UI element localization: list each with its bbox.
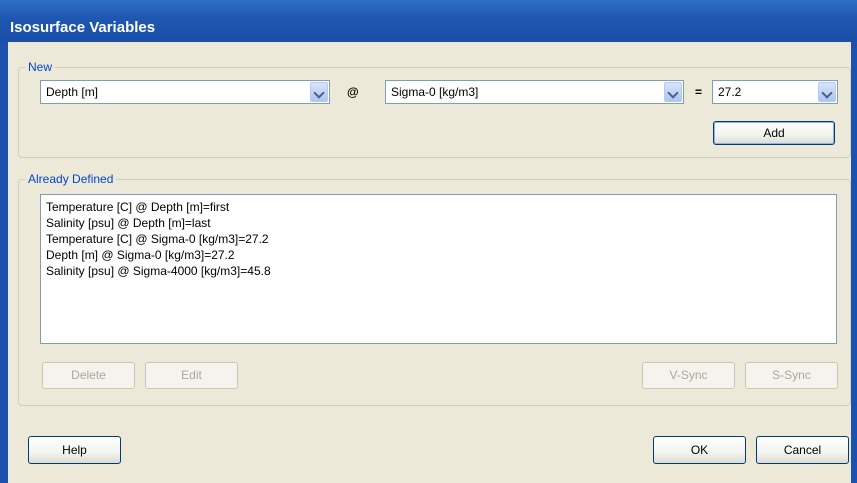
equals-symbol: = (695, 85, 703, 99)
surface-select[interactable]: Sigma-0 [kg/m3] (385, 80, 684, 104)
new-group-legend: New (28, 60, 53, 74)
level-select-value: 27.2 (718, 85, 742, 99)
title-bar[interactable]: Isosurface Variables (0, 0, 857, 42)
chevron-down-icon[interactable] (310, 82, 328, 102)
list-item[interactable]: Temperature [C] @ Depth [m]=first (41, 199, 836, 215)
already-defined-legend: Already Defined (28, 172, 114, 186)
window-border-left (0, 42, 8, 483)
list-item[interactable]: Salinity [psu] @ Sigma-4000 [kg/m3]=45.8 (41, 263, 836, 279)
list-item[interactable]: Temperature [C] @ Sigma-0 [kg/m3]=27.2 (41, 231, 836, 247)
defined-list[interactable]: Temperature [C] @ Depth [m]=first Salini… (40, 194, 837, 344)
edit-button[interactable]: Edit (145, 362, 238, 389)
at-symbol: @ (347, 85, 359, 99)
variable-select-value: Depth [m] (46, 85, 99, 99)
help-button[interactable]: Help (28, 436, 121, 464)
delete-button[interactable]: Delete (42, 362, 135, 389)
chevron-down-icon[interactable] (818, 82, 836, 102)
window-title: Isosurface Variables (10, 19, 156, 36)
list-item[interactable]: Salinity [psu] @ Depth [m]=last (41, 215, 836, 231)
s-sync-button[interactable]: S-Sync (745, 362, 838, 389)
dialog-body: New Depth [m] @ Sigma-0 [kg/m3] = 27.2 A… (8, 42, 851, 483)
level-select[interactable]: 27.2 (712, 80, 838, 104)
window-border-right (851, 42, 857, 483)
v-sync-button[interactable]: V-Sync (642, 362, 735, 389)
surface-select-value: Sigma-0 [kg/m3] (391, 85, 479, 99)
ok-button[interactable]: OK (653, 436, 746, 464)
list-item[interactable]: Depth [m] @ Sigma-0 [kg/m3]=27.2 (41, 247, 836, 263)
add-button[interactable]: Add (713, 121, 835, 145)
variable-select[interactable]: Depth [m] (40, 80, 330, 104)
cancel-button[interactable]: Cancel (756, 436, 849, 464)
chevron-down-icon[interactable] (664, 82, 682, 102)
